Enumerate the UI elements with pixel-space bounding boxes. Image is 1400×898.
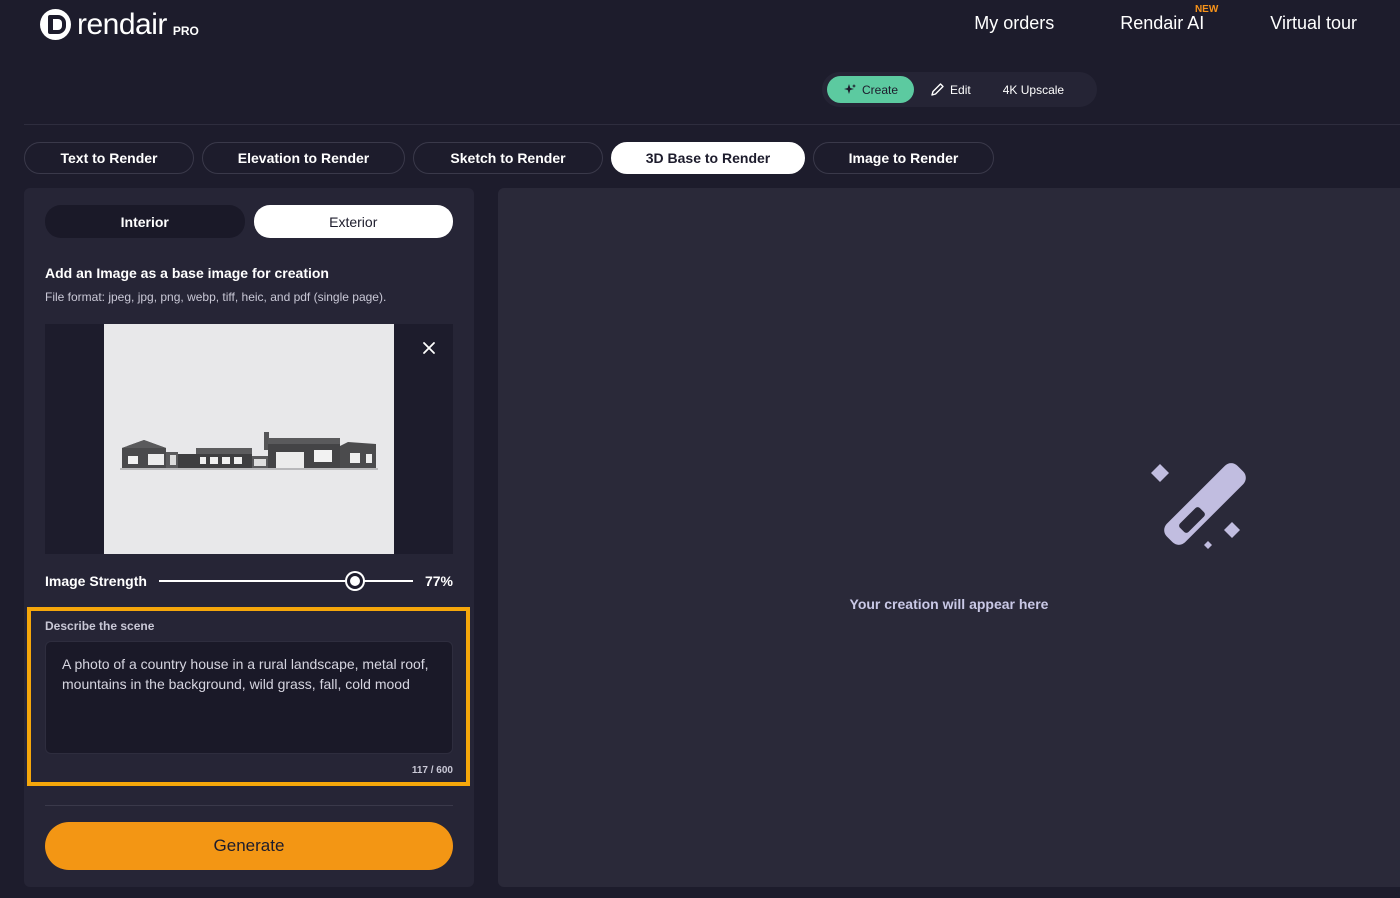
base-image xyxy=(104,324,394,554)
house-model-image xyxy=(120,432,378,470)
generate-label: Generate xyxy=(213,836,285,855)
tab-sketch-to-render[interactable]: Sketch to Render xyxy=(413,142,603,174)
top-nav: My orders Rendair AI NEW Virtual tour xyxy=(974,4,1357,34)
sparkle-icon xyxy=(844,83,856,94)
mode-create-button[interactable]: Create xyxy=(827,76,915,103)
scene-label: Describe the scene xyxy=(45,619,155,633)
interior-button[interactable]: Interior xyxy=(45,205,245,238)
close-icon[interactable] xyxy=(419,338,439,358)
mode-label: Edit xyxy=(950,82,971,97)
render-type-tabs: Text to Render Elevation to Render Sketc… xyxy=(24,142,994,174)
mode-label: 4K Upscale xyxy=(1002,82,1065,97)
space-toggle: Interior Exterior xyxy=(45,205,453,238)
image-strength-slider[interactable] xyxy=(159,571,413,591)
pencil-icon xyxy=(931,83,944,96)
slider-track xyxy=(159,580,413,582)
nav-rendair-ai[interactable]: Rendair AI NEW xyxy=(1120,4,1218,34)
panel-divider xyxy=(45,805,453,806)
magic-wand-icon xyxy=(1151,463,1246,549)
new-badge: NEW xyxy=(1194,4,1219,15)
mode-label: Create xyxy=(862,82,899,97)
header-divider xyxy=(24,124,1400,125)
brand-name: rendair xyxy=(77,8,167,41)
tab-3d-base-to-render[interactable]: 3D Base to Render xyxy=(611,142,805,174)
base-image-preview xyxy=(45,324,453,554)
upload-title: Add an Image as a base image for creatio… xyxy=(45,265,329,281)
nav-label: Rendair AI xyxy=(1120,13,1205,33)
tab-label: 3D Base to Render xyxy=(645,150,771,166)
tab-label: Sketch to Render xyxy=(450,150,566,166)
mode-upscale-button[interactable]: 4K Upscale xyxy=(987,76,1080,103)
exterior-button[interactable]: Exterior xyxy=(253,205,453,238)
image-strength-value: 77% xyxy=(424,573,453,589)
nav-my-orders[interactable]: My orders xyxy=(974,13,1054,34)
nav-virtual-tour[interactable]: Virtual tour xyxy=(1270,13,1357,34)
brand-logo[interactable]: rendair PRO xyxy=(40,8,199,42)
character-count: 117 / 600 xyxy=(411,765,453,776)
scene-description-input[interactable] xyxy=(45,641,453,754)
tab-image-to-render[interactable]: Image to Render xyxy=(813,142,994,174)
tab-text-to-render[interactable]: Text to Render xyxy=(24,142,194,174)
mode-edit-button[interactable]: Edit xyxy=(914,76,987,103)
tab-label: Text to Render xyxy=(60,150,158,166)
settings-panel: Interior Exterior Add an Image as a base… xyxy=(24,188,474,887)
header: rendair PRO My orders Rendair AI NEW Vir… xyxy=(0,0,1400,124)
toggle-label: Interior xyxy=(120,213,169,230)
tab-label: Image to Render xyxy=(848,150,959,166)
logo-mark-icon xyxy=(40,9,71,40)
nav-label: My orders xyxy=(974,13,1055,33)
mode-switcher: Create Edit 4K Upscale xyxy=(822,72,1097,107)
result-placeholder: Your creation will appear here xyxy=(849,596,1049,612)
nav-label: Virtual tour xyxy=(1270,13,1357,33)
brand-tier: PRO xyxy=(172,24,199,38)
tab-label: Elevation to Render xyxy=(237,150,370,166)
generate-button[interactable]: Generate xyxy=(45,822,453,870)
image-strength-label: Image Strength xyxy=(45,573,147,589)
upload-hint: File format: jpeg, jpg, png, webp, tiff,… xyxy=(45,290,387,304)
result-panel: Your creation will appear here xyxy=(498,188,1400,887)
toggle-label: Exterior xyxy=(329,213,378,230)
slider-thumb[interactable] xyxy=(346,573,363,589)
tab-elevation-to-render[interactable]: Elevation to Render xyxy=(202,142,405,174)
